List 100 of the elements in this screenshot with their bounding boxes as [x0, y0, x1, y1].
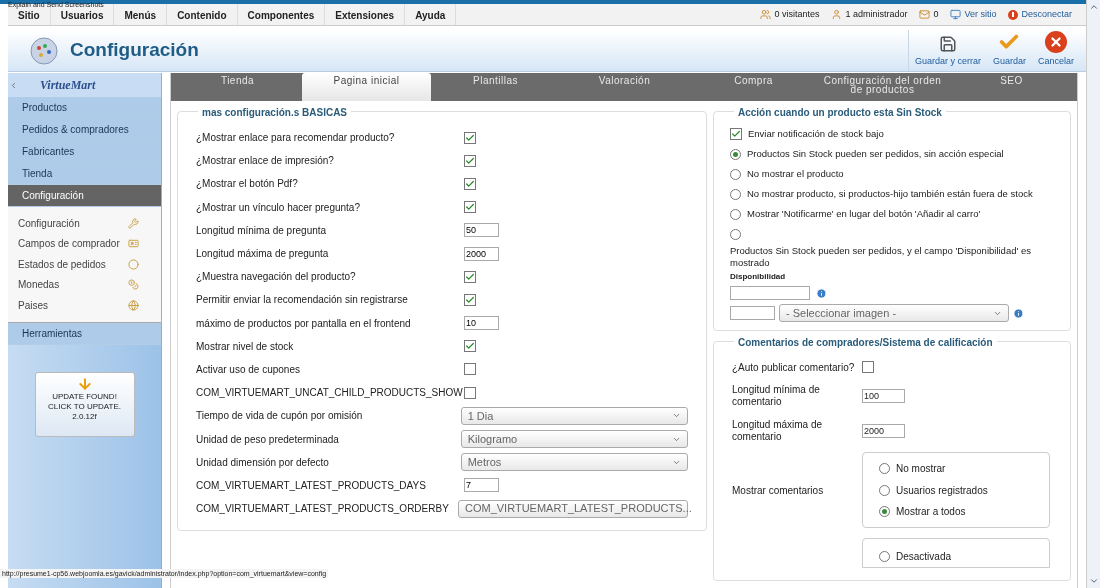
tab[interactable]: Plantillas	[431, 73, 560, 101]
radio-button[interactable]	[879, 506, 890, 517]
checkbox[interactable]	[464, 131, 476, 144]
option-label: Mostrar a todos	[896, 505, 966, 519]
input-field[interactable]: 7	[464, 478, 499, 493]
power-icon	[1008, 9, 1019, 20]
radio-button[interactable]	[879, 484, 890, 496]
sidebar-item[interactable]: Pedidos & compradores	[8, 119, 161, 141]
input-field[interactable]: 50	[464, 223, 499, 238]
menu-item[interactable]: Contenido	[177, 10, 227, 21]
checkbox[interactable]	[464, 177, 476, 190]
sidebar-item[interactable]: Configuración	[8, 185, 161, 207]
menu-item[interactable]: Menús	[124, 10, 157, 21]
field-label: ¿Auto publicar comentario?	[732, 360, 855, 375]
input-field[interactable]: 10	[464, 316, 499, 331]
tab[interactable]: Valoración	[560, 73, 689, 101]
option-label: Enviar notificación de stock bajo	[748, 126, 884, 141]
checkbox[interactable]	[464, 270, 476, 283]
submenu-icon	[128, 238, 139, 250]
input-field[interactable]	[730, 286, 810, 300]
field-label: Unidad de peso predeterminada	[196, 432, 340, 447]
field-label: Mostrar nivel de stock	[196, 339, 295, 354]
menu-item[interactable]: Sitio	[18, 10, 40, 21]
update-button[interactable]: UPDATE FOUND! CLICK TO UPDATE. 2.0.12f	[34, 371, 135, 437]
menu-item[interactable]: Extensiones	[335, 10, 395, 21]
field-label: COM_VIRTUEMART_UNCAT_CHILD_PRODUCTS_SHOW	[196, 386, 464, 401]
menu-item[interactable]: Componentes	[247, 10, 315, 21]
radio-button[interactable]	[730, 168, 741, 180]
field-label: Tiempo de vida de cupón por omisión	[196, 409, 364, 424]
input-field[interactable]	[730, 306, 775, 320]
field-label: Longitud mínima de pregunta	[196, 223, 328, 238]
submenu-item[interactable]: Campos de comprador	[18, 236, 120, 252]
sidebar-item[interactable]: Fabricantes	[8, 141, 161, 163]
dropdown[interactable]: - Seleccionar imagen -	[779, 304, 1009, 322]
option-label: Mostrar 'Notificarme' en lugar del botón 'Añadir al carro'	[747, 206, 981, 221]
option-description: Productos Sin Stock pueden ser pedidos, y el campo 'Disponibilidad' es mostrado	[730, 245, 1032, 269]
collapse-icon[interactable]	[9, 80, 18, 90]
scrollbar[interactable]	[1086, 0, 1100, 588]
checkbox[interactable]	[862, 361, 875, 373]
status-text: 0 visitantes	[774, 7, 820, 21]
checkbox[interactable]	[464, 154, 476, 167]
scroll-down-icon[interactable]	[1088, 576, 1099, 586]
tab[interactable]: Configuración del orden de productos	[818, 73, 947, 101]
option-label: No mostrar el producto	[747, 166, 844, 181]
dropdown[interactable]: 1 Dia	[460, 406, 688, 425]
option-label: Usuarios registrados	[896, 483, 988, 498]
submenu-item[interactable]: Paises	[18, 297, 48, 313]
tab[interactable]: SEO	[947, 73, 1076, 101]
checkbox[interactable]	[464, 363, 476, 376]
input-field[interactable]: 100	[862, 388, 905, 403]
sidebar-item[interactable]: Herramientas	[8, 322, 161, 345]
checkbox[interactable]	[464, 386, 476, 399]
view-site-link[interactable]: Ver sitio	[964, 7, 997, 22]
radio-button[interactable]	[730, 228, 741, 240]
dropdown[interactable]: Kilogramo	[460, 430, 688, 449]
field-label: Longitud máxima de pregunta	[196, 247, 330, 262]
scroll-up-icon[interactable]	[1088, 2, 1099, 12]
field-label: ¿Muestra navegación del producto?	[196, 270, 357, 285]
logout-link[interactable]: Desconectar	[1021, 7, 1072, 22]
field-label: máximo de productos por pantalla en el frontend	[196, 316, 412, 331]
field-label: Disponibilidad	[730, 271, 787, 283]
radio-button[interactable]	[730, 208, 741, 220]
checkbox[interactable]	[730, 128, 742, 140]
tab[interactable]: Compra	[689, 73, 818, 101]
checkbox[interactable]	[464, 293, 476, 306]
section-title: Acción cuando un producto esta Sin Stock	[734, 105, 946, 120]
submenu-item[interactable]: Configuración	[18, 215, 80, 231]
dropdown[interactable]: Metros	[460, 453, 688, 472]
input-field[interactable]: 2000	[464, 246, 499, 261]
info-icon	[816, 287, 827, 299]
toolbar-button[interactable]: Guardar y cerrar	[912, 30, 983, 71]
checkbox[interactable]	[464, 340, 476, 353]
input-field[interactable]: 2000	[862, 423, 905, 438]
checkbox[interactable]	[464, 201, 476, 214]
sidebar-item[interactable]: Tienda	[8, 163, 161, 185]
radio-button[interactable]	[879, 551, 890, 562]
field-label: COM_VIRTUEMART_LATEST_PRODUCTS_DAYS	[196, 478, 427, 493]
menu-item[interactable]: Ayuda	[415, 10, 446, 21]
tab[interactable]: Tienda	[173, 73, 302, 101]
users-icon	[831, 9, 843, 20]
submenu-icon	[128, 258, 139, 270]
logo-icon	[30, 36, 58, 65]
field-label: ¿Mostrar un vínculo hacer pregunta?	[196, 200, 361, 215]
sidebar-item[interactable]: Productos	[8, 97, 161, 119]
toolbar-button[interactable]: Guardar	[990, 30, 1028, 71]
option-label: Desactivada	[896, 550, 952, 564]
status-text: 1 administrador	[845, 7, 908, 21]
field-label: Longitud máxima de comentario	[732, 418, 824, 443]
menu-item[interactable]: Usuarios	[60, 10, 104, 21]
submenu-item[interactable]: Monedas	[18, 277, 60, 293]
field-label: Unidad dimensión por defecto	[196, 455, 330, 470]
field-label: Longitud mínima de comentario	[732, 383, 821, 408]
radio-button[interactable]	[879, 463, 890, 474]
section-title: mas configuración.s BASICAS	[198, 105, 352, 120]
radio-button[interactable]	[730, 188, 741, 200]
toolbar-button[interactable]: Cancelar	[1035, 30, 1076, 71]
radio-button[interactable]	[730, 148, 741, 160]
submenu-item[interactable]: Estados de pedidos	[18, 256, 106, 272]
status-text: 0	[933, 7, 939, 21]
tab[interactable]: Pagina inicial	[302, 73, 431, 101]
